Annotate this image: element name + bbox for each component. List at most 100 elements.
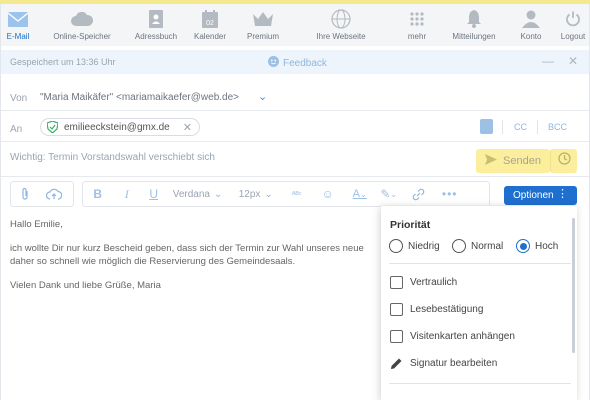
feedback-label: Feedback: [283, 57, 327, 69]
power-icon: [562, 9, 584, 29]
nav-notifications[interactable]: Mitteilungen: [442, 4, 506, 46]
divider: [0, 176, 590, 177]
checkbox: [390, 276, 403, 289]
status-bar: Gespeichert um 13:36 Uhr Feedback — ✕: [0, 50, 590, 74]
priority-low-label: Niedrig: [408, 240, 440, 252]
svg-text:02: 02: [206, 20, 214, 27]
minimize-icon[interactable]: —: [542, 54, 554, 68]
formatting-group: B I U Verdana ⌄ 12px ⌄ ᴬᴮᶜ ☺ A ⌄ ✎ ⌄ •••: [81, 181, 490, 207]
subject-field[interactable]: Wichtig: Termin Vorstandswahl verschiebt…: [10, 152, 215, 163]
from-label: Von: [10, 93, 28, 104]
priority-high-radio[interactable]: Hoch: [516, 239, 558, 253]
addressbook-icon: [145, 9, 167, 29]
body-greeting: Hallo Emilie,: [10, 219, 63, 230]
priority-normal-label: Normal: [471, 240, 504, 252]
link-icon[interactable]: [403, 182, 435, 206]
priority-title: Priorität: [390, 219, 431, 231]
www-icon: [330, 9, 352, 29]
divider: [0, 141, 590, 142]
underline-icon[interactable]: U: [141, 182, 167, 206]
clock-icon: [557, 152, 571, 170]
divider: [537, 120, 538, 134]
attach-vcard-checkbox[interactable]: Visitenkarten anhängen: [390, 330, 515, 343]
mail-icon: [7, 9, 29, 29]
from-field[interactable]: "Maria Maikäfer" <mariamaikaefer@web.de>: [40, 92, 239, 103]
divider: [389, 263, 571, 264]
top-navigation: E-Mail Online-Speicher Adressbuch 02 Kal…: [0, 0, 590, 46]
confidential-checkbox[interactable]: Vertraulich: [390, 276, 457, 289]
nav-website[interactable]: Ihre Webseite: [290, 4, 392, 46]
nav-more-label: mehr: [407, 32, 427, 41]
pencil-icon: [390, 357, 403, 370]
chevron-down-icon: ⌄: [264, 188, 273, 200]
calendar-icon: 02: [199, 9, 221, 29]
nav-online-storage[interactable]: Online-Speicher: [36, 4, 128, 46]
recipient-email: emilieeckstein@gmx.de: [64, 121, 170, 133]
nav-premium[interactable]: Premium: [236, 4, 290, 46]
remove-recipient-icon[interactable]: ✕: [183, 121, 192, 134]
nav-more[interactable]: mehr: [392, 4, 442, 46]
edit-signature-label: Signatur bearbeiten: [410, 358, 498, 369]
format-toolbar: B I U Verdana ⌄ 12px ⌄ ᴬᴮᶜ ☺ A ⌄ ✎ ⌄ •••: [10, 181, 490, 207]
divider: [389, 383, 571, 384]
priority-normal-radio[interactable]: Normal: [452, 239, 503, 253]
radio-button-selected: [516, 239, 530, 253]
nav-email[interactable]: E-Mail: [0, 4, 36, 46]
nav-website-label: Ihre Webseite: [316, 32, 366, 41]
highlight-icon[interactable]: ✎ ⌄: [375, 182, 403, 206]
font-color-icon[interactable]: A ⌄: [345, 182, 375, 206]
shield-check-icon: [47, 121, 58, 133]
confidential-label: Vertraulich: [410, 277, 458, 288]
body-line: daher so schnell wie möglich die Reservi…: [10, 256, 296, 267]
italic-icon[interactable]: I: [113, 182, 141, 206]
more-icon[interactable]: •••: [435, 182, 465, 206]
send-label: Senden: [503, 155, 541, 167]
cloud-icon: [71, 9, 93, 29]
nav-email-label: E-Mail: [6, 32, 30, 41]
nav-account[interactable]: Konto: [506, 4, 556, 46]
font-family-select[interactable]: Verdana ⌄: [167, 189, 233, 200]
schedule-send-button[interactable]: [550, 149, 577, 173]
send-button[interactable]: Senden: [476, 149, 550, 173]
feedback-link[interactable]: Feedback: [268, 56, 327, 70]
priority-low-radio[interactable]: Niedrig: [389, 239, 440, 253]
nav-notifications-label: Mitteilungen: [452, 32, 496, 41]
font-family-value: Verdana: [172, 188, 210, 200]
cc-button[interactable]: CC: [514, 122, 527, 132]
message-body[interactable]: Hallo Emilie, ich wollte Dir nur kurz Be…: [10, 218, 390, 303]
read-receipt-checkbox[interactable]: Lesebestätigung: [390, 303, 483, 316]
nav-calendar[interactable]: 02 Kalender: [184, 4, 236, 46]
contact-card-icon[interactable]: [480, 119, 493, 134]
chevron-down-icon[interactable]: ⌄: [258, 90, 267, 103]
checkbox: [390, 303, 403, 316]
font-size-select[interactable]: 12px ⌄: [233, 189, 283, 200]
nav-logout-label: Logout: [560, 32, 586, 41]
close-icon[interactable]: ✕: [568, 54, 578, 68]
read-receipt-label: Lesebestätigung: [410, 304, 484, 315]
recipient-chip[interactable]: emilieeckstein@gmx.de ✕: [40, 118, 200, 136]
attach-group: [10, 181, 74, 207]
emoji-icon[interactable]: ☺: [311, 182, 345, 206]
nav-logout[interactable]: Logout: [556, 4, 590, 46]
nav-account-label: Konto: [520, 32, 542, 41]
nav-online-storage-label: Online-Speicher: [53, 32, 111, 41]
body-closing: Vielen Dank und liebe Grüße, Maria: [10, 280, 161, 291]
spellcheck-icon[interactable]: ᴬᴮᶜ: [283, 182, 311, 206]
attachment-icon[interactable]: [11, 182, 39, 206]
to-label: An: [10, 124, 23, 135]
nav-addressbook[interactable]: Adressbuch: [128, 4, 184, 46]
kebab-menu-icon: ⋮: [557, 188, 568, 200]
radio-button: [452, 239, 466, 253]
options-label: Optionen: [513, 190, 554, 201]
crown-icon: [252, 9, 274, 29]
options-button[interactable]: Optionen ⋮: [504, 186, 577, 205]
panel-scrollbar[interactable]: [572, 218, 575, 353]
cloud-upload-icon[interactable]: [39, 182, 69, 206]
edit-signature-item[interactable]: Signatur bearbeiten: [390, 357, 497, 370]
user-icon: [520, 9, 542, 29]
bcc-button[interactable]: BCC: [548, 122, 567, 132]
bold-icon[interactable]: B: [83, 182, 113, 206]
nav-premium-label: Premium: [246, 32, 279, 41]
grid-icon: [406, 9, 428, 29]
checkbox: [390, 330, 403, 343]
